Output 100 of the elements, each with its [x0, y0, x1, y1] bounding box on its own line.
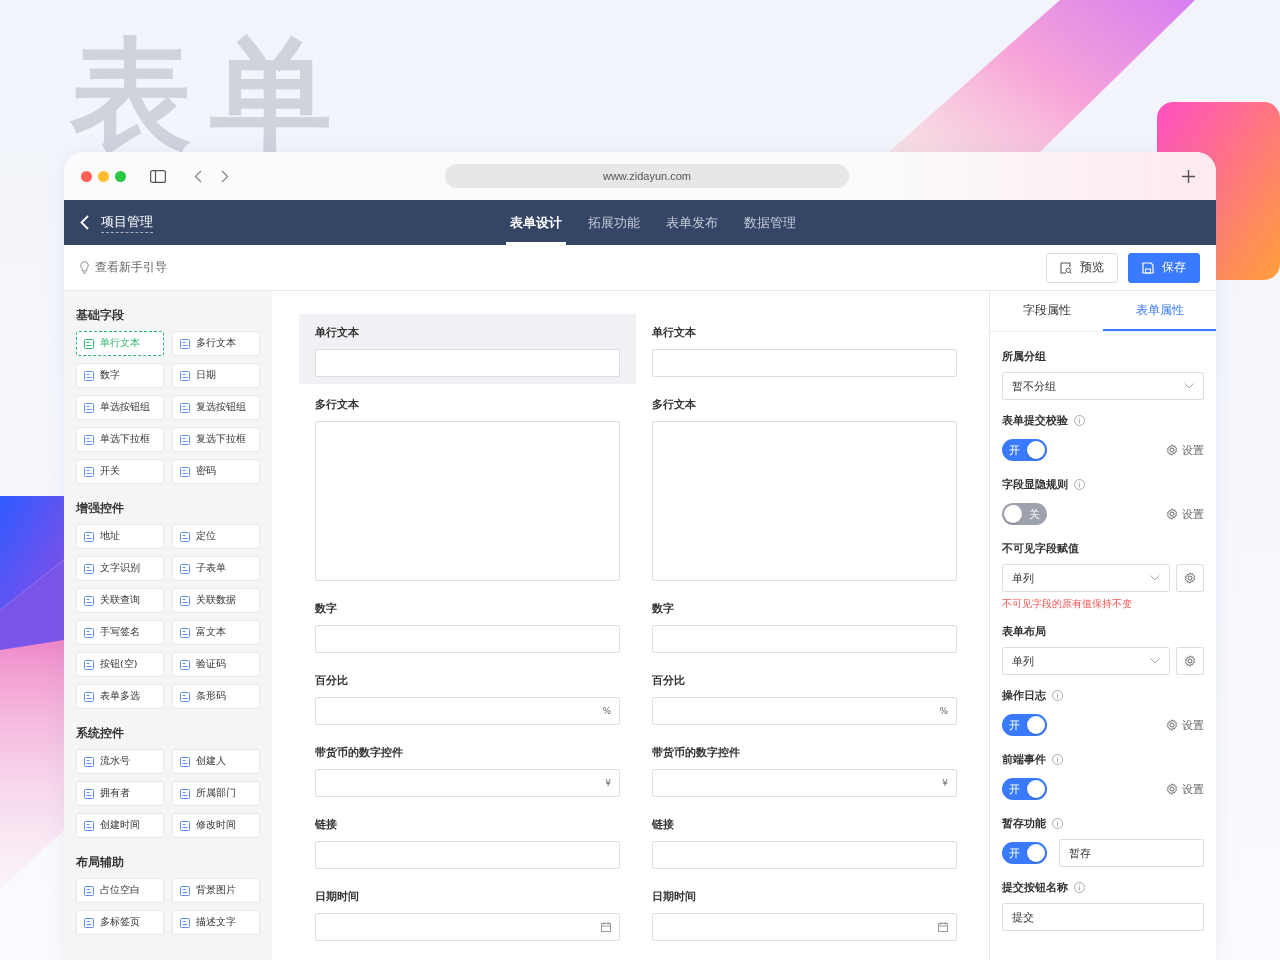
input-field[interactable] [315, 349, 620, 377]
field-type-item[interactable]: 创建时间 [76, 813, 164, 838]
field-card[interactable]: 链接 [299, 806, 636, 878]
field-icon [180, 691, 190, 702]
field-type-item[interactable]: 文字识别 [76, 556, 164, 581]
input-field[interactable]: % [652, 697, 957, 725]
sidebar-icon[interactable] [150, 169, 166, 183]
field-type-item[interactable]: 流水号 [76, 749, 164, 774]
toggle-switch[interactable]: 开 [1002, 714, 1047, 736]
field-type-item[interactable]: 富文本 [172, 620, 260, 645]
textarea-field[interactable] [652, 421, 957, 581]
field-type-item[interactable]: 单选下拉框 [76, 427, 164, 452]
field-card[interactable]: 链接 [636, 806, 973, 878]
field-type-item[interactable]: 拥有者 [76, 781, 164, 806]
close-icon[interactable] [81, 170, 92, 182]
input-field[interactable] [315, 625, 620, 653]
input-field[interactable]: ¥ [652, 769, 957, 797]
info-icon[interactable] [1052, 817, 1063, 829]
field-type-item[interactable]: 创建人 [172, 749, 260, 774]
preview-icon [1060, 261, 1072, 274]
settings-button[interactable] [1176, 647, 1204, 675]
field-type-item[interactable]: 描述文字 [172, 910, 260, 935]
field-type-item[interactable]: 背景图片 [172, 878, 260, 903]
field-type-item[interactable]: 开关 [76, 459, 164, 484]
field-type-item[interactable]: 定位 [172, 524, 260, 549]
nav-tab[interactable]: 表单设计 [506, 200, 566, 245]
input-field[interactable]: ¥ [315, 769, 620, 797]
field-type-item[interactable]: 手写签名 [76, 620, 164, 645]
field-label: 百分比 [652, 673, 686, 689]
text-field[interactable]: 暂存 [1059, 839, 1204, 867]
field-type-item[interactable]: 条形码 [172, 684, 260, 709]
input-field[interactable] [652, 349, 957, 377]
field-type-item[interactable]: 日期 [172, 363, 260, 388]
field-type-item[interactable]: 关联查询 [76, 588, 164, 613]
info-icon[interactable] [1074, 414, 1085, 426]
field-type-item[interactable]: 验证码 [172, 652, 260, 677]
input-field[interactable] [652, 625, 957, 653]
nav-tab[interactable]: 数据管理 [740, 200, 800, 245]
field-type-item[interactable]: 关联数据 [172, 588, 260, 613]
settings-link[interactable]: 设置 [1166, 717, 1204, 733]
back-link[interactable]: 项目管理 [101, 212, 153, 233]
minimize-icon[interactable] [98, 170, 109, 182]
field-type-item[interactable]: 地址 [76, 524, 164, 549]
info-icon[interactable] [1052, 689, 1063, 701]
info-icon[interactable] [1052, 753, 1063, 765]
field-type-item[interactable]: 子表单 [172, 556, 260, 581]
panel-tab[interactable]: 字段属性 [990, 291, 1103, 331]
nav-tab[interactable]: 表单发布 [662, 200, 722, 245]
field-card[interactable]: 多行文本 [636, 386, 973, 590]
select-field[interactable]: 单列 [1002, 564, 1170, 592]
select-field[interactable]: 暂不分组 [1002, 372, 1204, 400]
field-type-item[interactable]: 占位空白 [76, 878, 164, 903]
field-type-item[interactable]: 复选按钮组 [172, 395, 260, 420]
settings-link[interactable]: 设置 [1166, 506, 1204, 522]
input-field[interactable] [315, 841, 620, 869]
settings-link[interactable]: 设置 [1166, 442, 1204, 458]
field-type-item[interactable]: 数字 [76, 363, 164, 388]
field-type-item[interactable]: 修改时间 [172, 813, 260, 838]
input-field[interactable]: % [315, 697, 620, 725]
nav-tab[interactable]: 拓展功能 [584, 200, 644, 245]
field-card[interactable]: 带货币的数字控件 ¥ [636, 734, 973, 806]
field-type-item[interactable]: 所属部门 [172, 781, 260, 806]
text-field[interactable]: 提交 [1002, 903, 1204, 931]
new-tab-icon[interactable] [1182, 169, 1195, 183]
field-card[interactable]: 带货币的数字控件 ¥ [299, 734, 636, 806]
address-bar[interactable]: www.zidayun.com [445, 164, 849, 188]
field-card[interactable]: 单行文本 [636, 314, 973, 386]
field-type-item[interactable]: 单选按钮组 [76, 395, 164, 420]
save-button[interactable]: 保存 [1128, 252, 1200, 283]
settings-button[interactable] [1176, 564, 1204, 592]
field-card[interactable]: 数字 [299, 590, 636, 662]
date-field[interactable] [652, 913, 957, 941]
field-card[interactable]: 百分比 % [636, 662, 973, 734]
info-icon[interactable] [1074, 478, 1085, 490]
settings-link[interactable]: 设置 [1166, 781, 1204, 797]
forward-icon[interactable] [221, 169, 229, 183]
input-field[interactable] [652, 841, 957, 869]
field-card[interactable]: 百分比 % [299, 662, 636, 734]
toggle-switch[interactable]: 开 [1002, 778, 1047, 800]
field-type-item[interactable]: 多行文本 [172, 331, 260, 356]
field-card[interactable]: 单行文本 [299, 314, 636, 384]
field-type-item[interactable]: 表单多选 [76, 684, 164, 709]
toggle-switch[interactable]: 开 [1002, 439, 1047, 461]
field-type-item[interactable]: 密码 [172, 459, 260, 484]
guide-link[interactable]: 查看新手引导 [95, 260, 167, 275]
field-card[interactable]: 日期时间 [299, 878, 636, 950]
field-card[interactable]: 日期时间 [636, 878, 973, 950]
field-type-item[interactable]: 多标签页 [76, 910, 164, 935]
field-card[interactable]: 多行文本 [299, 386, 636, 590]
info-icon[interactable] [1074, 881, 1085, 893]
textarea-field[interactable] [315, 421, 620, 581]
field-card[interactable]: 数字 [636, 590, 973, 662]
preview-button[interactable]: 预览 [1046, 252, 1118, 283]
date-field[interactable] [315, 913, 620, 941]
toggle-switch[interactable]: 开 [1002, 842, 1047, 864]
zoom-icon[interactable] [115, 170, 126, 182]
field-type-item[interactable]: 按钮(空) [76, 652, 164, 677]
select-field[interactable]: 单列 [1002, 647, 1170, 675]
panel-tab[interactable]: 表单属性 [1103, 291, 1216, 331]
field-type-item[interactable]: 复选下拉框 [172, 427, 260, 452]
